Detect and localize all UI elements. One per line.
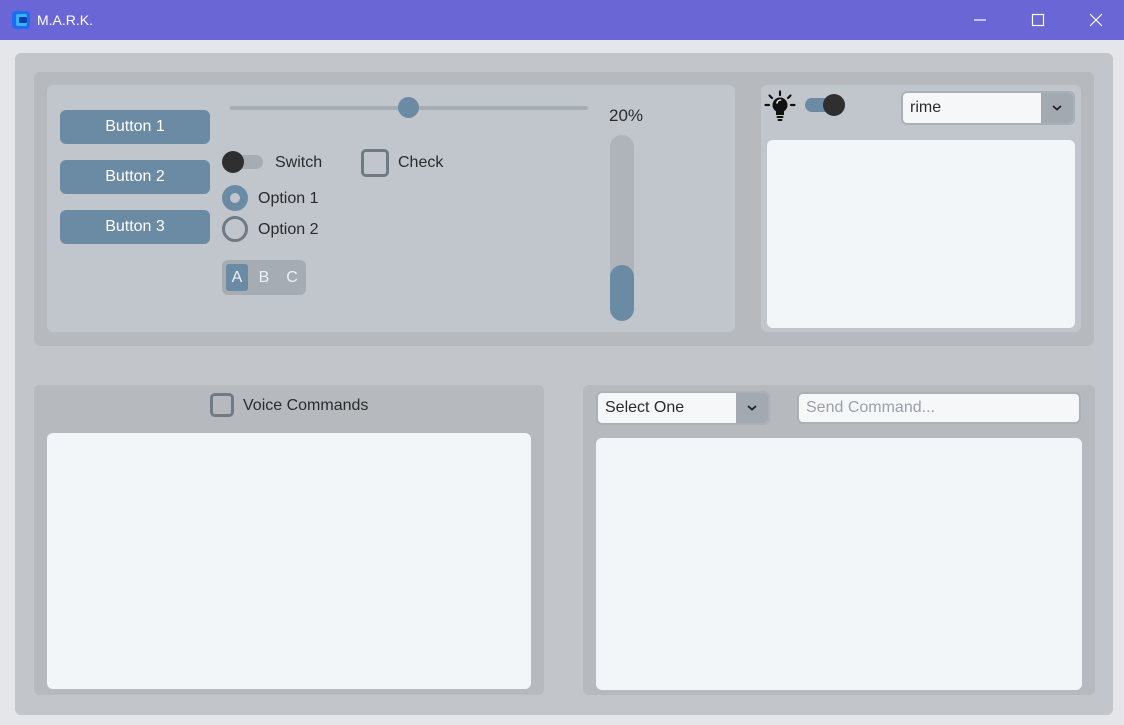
theme-dropdown-arrow[interactable] <box>1041 93 1073 123</box>
button-1[interactable]: Button 1 <box>60 110 210 144</box>
voice-textbox[interactable] <box>47 433 531 689</box>
button-3[interactable]: Button 3 <box>60 210 210 244</box>
command-dropdown-arrow[interactable] <box>736 393 768 423</box>
segment-c[interactable]: C <box>281 264 303 291</box>
app-window: M.A.R.K. Button 1 Button 2 Button 3 Swit… <box>0 0 1124 725</box>
command-dropdown-value: Select One <box>605 399 685 416</box>
switch-knob[interactable] <box>222 151 244 173</box>
slider-handle[interactable] <box>398 97 419 118</box>
lightbulb-icon <box>764 90 796 121</box>
radio-option-2-label: Option 2 <box>258 221 319 238</box>
minimize-icon <box>974 19 986 21</box>
window-title: M.A.R.K. <box>37 12 94 28</box>
title-bar[interactable]: M.A.R.K. <box>0 0 1124 40</box>
radio-option-1[interactable] <box>222 185 248 211</box>
chevron-down-icon <box>747 405 757 411</box>
chevron-down-icon <box>1052 105 1062 111</box>
check-label: Check <box>398 154 444 171</box>
voice-commands-label: Voice Commands <box>243 397 369 414</box>
theme-dropdown[interactable]: rime <box>901 91 1075 125</box>
app-icon <box>12 11 30 29</box>
appearance-textbox[interactable] <box>767 140 1075 328</box>
vertical-progress-bar <box>610 135 634 321</box>
switch-label: Switch <box>275 154 323 171</box>
maximize-icon <box>1031 13 1045 27</box>
segmented-button: A B C <box>222 260 306 295</box>
radio-option-2[interactable] <box>222 216 248 242</box>
segment-b[interactable]: B <box>253 264 275 291</box>
maximize-button[interactable] <box>1010 0 1066 40</box>
command-dropdown[interactable]: Select One <box>596 391 770 425</box>
theme-switch-knob[interactable] <box>823 94 845 116</box>
progress-label: 20% <box>609 106 644 125</box>
theme-dropdown-value: rime <box>910 99 942 116</box>
minimize-button[interactable] <box>952 0 1008 40</box>
check-checkbox[interactable] <box>361 149 389 177</box>
close-icon <box>1089 13 1103 27</box>
button-2[interactable]: Button 2 <box>60 160 210 194</box>
command-output-textbox[interactable] <box>596 438 1082 690</box>
close-button[interactable] <box>1068 0 1124 40</box>
radio-option-1-label: Option 1 <box>258 190 319 207</box>
progress-fill <box>610 265 634 321</box>
voice-commands-checkbox[interactable] <box>210 393 234 417</box>
segment-a[interactable]: A <box>226 264 248 291</box>
send-command-input[interactable] <box>797 392 1081 424</box>
